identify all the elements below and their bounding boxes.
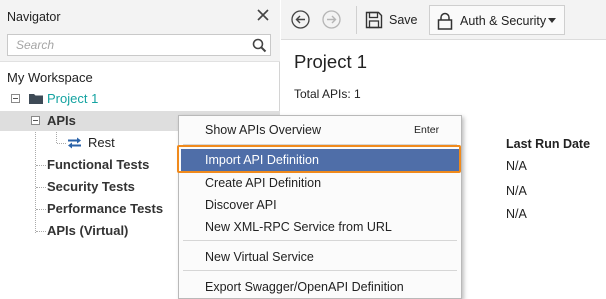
tree-connector [35,121,36,233]
menu-divider [183,144,457,145]
menu-item-label: Show APIs Overview [205,123,322,137]
search-input[interactable] [8,35,244,55]
lock-icon [437,12,453,30]
menu-item-new-virtual-service[interactable]: New Virtual Service [179,246,461,268]
navigator-title: Navigator [7,10,61,24]
table-cell: N/A [506,159,527,173]
menu-item-import-api-definition[interactable]: Import API Definition [181,149,459,171]
tree-connector [36,231,46,232]
menu-item-show-apis-overview[interactable]: Show APIs Overview Enter [179,119,461,141]
menu-item-label: Discover API [205,198,277,212]
auth-security-label: Auth & Security [460,14,547,28]
tree-connector [36,187,46,188]
toolbar-divider [356,6,357,34]
menu-item-label: Export Swagger/OpenAPI Definition [205,280,404,294]
menu-item-create-api-definition[interactable]: Create API Definition [179,172,461,194]
total-apis-text: Total APIs: 1 [294,87,361,101]
search-icon[interactable] [252,38,267,53]
collapse-toggle[interactable] [31,116,40,125]
menu-item-label: Create API Definition [205,176,322,190]
menu-item-label: New Virtual Service [205,250,314,264]
auth-security-dropdown[interactable]: Auth & Security [429,5,565,35]
rest-label: Rest [88,135,115,150]
table-cell: N/A [506,207,527,221]
tree-item-project[interactable]: Project 1 [0,89,280,109]
apis-label: APIs [47,113,76,128]
save-label: Save [389,13,418,27]
toolbar: Save Auth & Security [281,0,606,40]
chevron-down-icon [548,18,556,23]
workspace-label: My Workspace [7,70,93,85]
tree-connector [36,209,46,210]
search-field[interactable] [7,34,271,56]
tree-connector [57,143,66,144]
menu-divider [183,240,457,241]
column-header-last-run-date: Last Run Date [506,137,591,151]
category-label: Performance Tests [47,201,164,216]
back-icon[interactable] [291,10,310,29]
collapse-toggle[interactable] [11,94,20,103]
menu-item-export-swagger-openapi[interactable]: Export Swagger/OpenAPI Definition [179,276,461,298]
menu-item-label: Import API Definition [205,153,319,167]
close-icon[interactable] [255,7,271,23]
table-cell: N/A [506,184,527,198]
tree-connector [36,165,46,166]
save-button[interactable]: Save [365,6,425,34]
rest-icon [68,137,81,149]
category-label: Security Tests [47,179,135,194]
category-label: APIs (Virtual) [47,223,129,238]
navigator-header: Navigator [0,0,280,62]
shortcut-label: Enter [414,124,440,136]
project-label: Project 1 [47,91,99,106]
forward-icon[interactable] [322,10,341,29]
menu-item-discover-api[interactable]: Discover API [179,194,461,216]
save-icon [365,11,383,29]
category-label: Functional Tests [47,157,150,172]
page-title: Project 1 [294,51,368,72]
menu-item-label: New XML-RPC Service from URL [205,220,392,234]
menu-divider [183,270,457,271]
menu-item-new-xml-rpc-service[interactable]: New XML-RPC Service from URL [179,216,461,238]
context-menu: Show APIs Overview Enter Import API Defi… [178,115,462,299]
folder-icon [29,94,43,104]
